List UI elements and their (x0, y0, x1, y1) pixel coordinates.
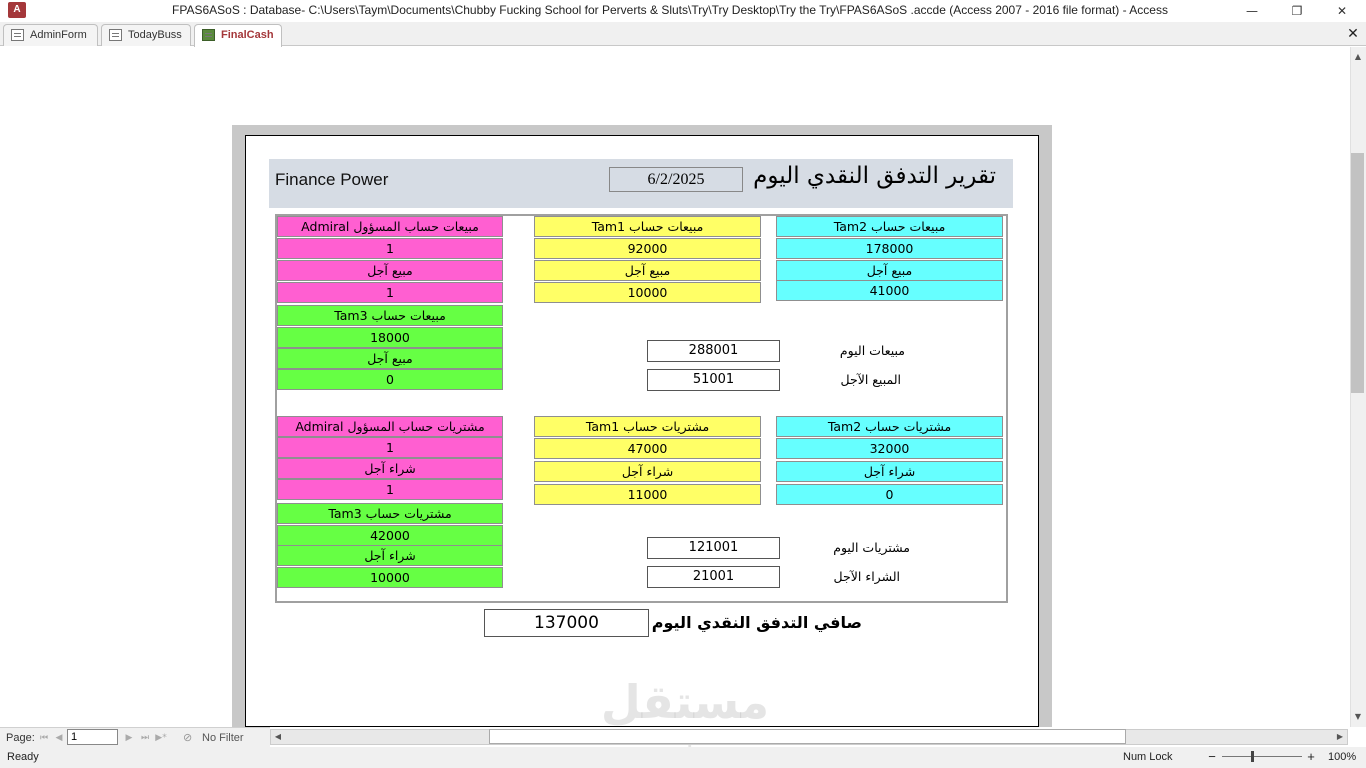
zoom-slider-thumb[interactable] (1251, 751, 1254, 762)
num-lock-indicator: Num Lock (1123, 751, 1173, 763)
purchases-tam1-header: مشتريات حساب Tam1 (534, 416, 761, 437)
zoom-in-button[interactable]: + (1305, 750, 1317, 764)
purchases-tam3-header: مشتريات حساب Tam3 (277, 503, 503, 524)
purchases-tam2-credit-value: 0 (776, 484, 1003, 505)
sales-tam1-value: 92000 (534, 238, 761, 259)
scroll-down-arrow-icon[interactable]: ▼ (1351, 710, 1365, 724)
purchases-tam2-header: مشتريات حساب Tam2 (776, 416, 1003, 437)
net-cash-flow-value: 137000 (484, 609, 649, 637)
company-name: Finance Power (275, 170, 389, 189)
sales-tam2-header: مبيعات حساب Tam2 (776, 216, 1003, 237)
zoom-out-button[interactable]: − (1206, 750, 1218, 764)
purchases-tam3-credit-value: 10000 (277, 567, 503, 588)
tab-label: TodayBuss (128, 29, 182, 41)
minimize-button[interactable]: — (1232, 1, 1272, 21)
report-icon (202, 29, 215, 41)
sales-admiral-header: مبيعات حساب المسؤول Admiral (277, 216, 503, 237)
purchases-tam1-credit-label: شراء آجل (534, 461, 761, 482)
close-document-button[interactable]: ✕ (1344, 25, 1362, 43)
sales-tam3-header: مبيعات حساب Tam3 (277, 305, 503, 326)
sales-credit-total: 51001 (647, 369, 780, 391)
zoom-slider[interactable] (1222, 756, 1302, 757)
sales-today-label: مبيعات اليوم (839, 343, 905, 358)
purchases-credit-total-label: الشراء الآجل (833, 569, 900, 584)
sales-today-total: 288001 (647, 340, 780, 362)
window-title: FPAS6ASoS : Database- C:\Users\Taym\Docu… (172, 3, 1168, 17)
purchases-tam3-value: 42000 (277, 525, 503, 546)
purchases-admiral-header: مشتريات حساب المسؤول Admiral (277, 416, 503, 437)
close-window-button[interactable]: ✕ (1322, 1, 1362, 21)
tab-label: FinalCash (221, 29, 274, 41)
scroll-right-arrow-icon[interactable]: ▶ (1333, 730, 1347, 744)
sales-admiral-credit-value: 1 (277, 282, 503, 303)
sales-tam2-value: 178000 (776, 238, 1003, 259)
horizontal-scrollbar-thumb[interactable] (489, 729, 1126, 744)
scroll-left-arrow-icon[interactable]: ◀ (271, 730, 285, 744)
purchases-tam2-value: 32000 (776, 438, 1003, 459)
page-number-input[interactable]: 1 (67, 729, 118, 745)
purchases-admiral-value: 1 (277, 437, 503, 458)
tab-label: AdminForm (30, 29, 87, 41)
purchases-today-label: مشتريات اليوم (833, 540, 910, 555)
access-app-icon[interactable]: A (8, 2, 26, 18)
tab-adminform[interactable]: AdminForm (3, 24, 98, 46)
purchases-tam1-credit-value: 11000 (534, 484, 761, 505)
no-filter-button[interactable]: No Filter (202, 731, 262, 745)
sales-tam2-credit-label: مبيع آجل (776, 260, 1003, 281)
purchases-tam1-value: 47000 (534, 438, 761, 459)
purchases-tam3-credit-label: شراء آجل (277, 545, 503, 566)
report-date: 6/2/2025 (609, 167, 743, 192)
status-ready: Ready (7, 751, 39, 763)
sales-tam1-header: مبيعات حساب Tam1 (534, 216, 761, 237)
sales-tam3-value: 18000 (277, 327, 503, 348)
next-page-icon[interactable]: ▶ (123, 731, 135, 745)
purchases-admiral-credit-value: 1 (277, 479, 503, 500)
sales-tam3-credit-value: 0 (277, 369, 503, 390)
tab-finalcash[interactable]: FinalCash (194, 24, 282, 47)
previous-page-icon[interactable]: ◀ (53, 731, 65, 745)
purchases-admiral-credit-label: شراء آجل (277, 458, 503, 479)
sales-admiral-value: 1 (277, 238, 503, 259)
first-page-icon[interactable]: ⏮ (38, 731, 50, 745)
sales-admiral-credit-label: مبيع آجل (277, 260, 503, 281)
sales-tam3-credit-label: مبيع آجل (277, 348, 503, 369)
form-icon (109, 29, 122, 41)
report-title: تقرير التدفق النقدي اليوم (753, 163, 996, 189)
purchases-today-total: 121001 (647, 537, 780, 559)
no-filter-icon[interactable]: ⊘ (183, 731, 197, 745)
purchases-credit-total: 21001 (647, 566, 780, 588)
tab-todaybuss[interactable]: TodayBuss (101, 24, 191, 46)
zoom-level: 100% (1328, 751, 1357, 763)
mostaql-watermark-logo: مستقل (600, 675, 770, 729)
sales-tam2-credit-value: 41000 (776, 280, 1003, 301)
purchases-tam2-credit-label: شراء آجل (776, 461, 1003, 482)
sales-tam1-credit-value: 10000 (534, 282, 761, 303)
page-label: Page: (6, 732, 35, 744)
sales-credit-total-label: المبيع الآجل (840, 372, 901, 387)
last-page-icon[interactable]: ⏭ (139, 731, 151, 745)
net-cash-flow-label: صافي التدفق النقدي اليوم (651, 613, 862, 632)
scroll-up-arrow-icon[interactable]: ▲ (1351, 50, 1365, 64)
restore-button[interactable]: ❐ (1277, 1, 1317, 21)
new-page-icon[interactable]: ▶* (155, 731, 167, 745)
sales-tam1-credit-label: مبيع آجل (534, 260, 761, 281)
form-icon (11, 29, 24, 41)
vertical-scrollbar-thumb[interactable] (1351, 153, 1364, 393)
